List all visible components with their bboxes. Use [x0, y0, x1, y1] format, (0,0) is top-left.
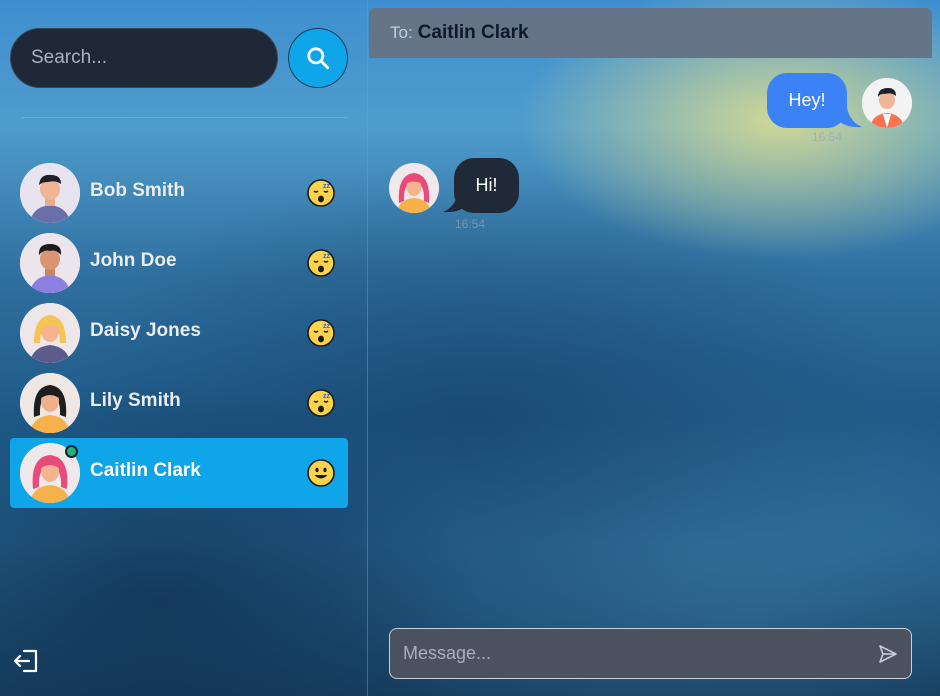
- contact-name: Daisy Jones: [90, 320, 201, 341]
- search-button[interactable]: [288, 28, 348, 88]
- contact-name: John Doe: [90, 250, 177, 271]
- svg-text:zz: zz: [323, 253, 331, 260]
- contact-item-lily-smith[interactable]: Lily Smith zz: [10, 368, 348, 438]
- sleeping-emoji-icon: zz: [307, 389, 335, 417]
- send-icon[interactable]: [878, 644, 898, 664]
- svg-text:zz: zz: [323, 393, 331, 400]
- bubble-tail: [840, 108, 862, 128]
- message-bubble-incoming: Hi!: [454, 158, 519, 213]
- message-bubble-outgoing: Hey!: [767, 73, 847, 128]
- avatar: [20, 303, 80, 363]
- message-timestamp: 16:54: [455, 217, 486, 231]
- search-field[interactable]: [10, 28, 278, 88]
- contact-name: Lily Smith: [90, 390, 181, 411]
- avatar: [20, 373, 80, 433]
- sidebar-divider: [22, 117, 348, 118]
- search-icon: [307, 47, 330, 70]
- svg-text:zz: zz: [323, 183, 331, 190]
- recipient-label: To:: [390, 23, 413, 42]
- chat-header: To: Caitlin Clark: [369, 8, 932, 58]
- sleeping-emoji-icon: zz: [307, 179, 335, 207]
- recipient-avatar: [389, 163, 439, 213]
- contact-item-caitlin-clark[interactable]: Caitlin Clark: [10, 438, 348, 508]
- message-composer[interactable]: [389, 628, 912, 679]
- sleeping-emoji-icon: zz: [307, 249, 335, 277]
- message-input[interactable]: [403, 643, 853, 664]
- message-text: Hey!: [788, 90, 826, 110]
- avatar: [20, 163, 80, 223]
- recipient-name: Caitlin Clark: [417, 22, 529, 43]
- contact-item-daisy-jones[interactable]: Daisy Jones zz: [10, 298, 348, 368]
- avatar: [20, 233, 80, 293]
- contact-name: Caitlin Clark: [90, 460, 201, 481]
- sleeping-emoji-icon: zz: [307, 319, 335, 347]
- search-input[interactable]: [31, 47, 261, 69]
- contact-item-bob-smith[interactable]: Bob Smith zz: [10, 158, 348, 228]
- online-status-dot: [65, 445, 78, 458]
- logout-icon[interactable]: [12, 648, 40, 674]
- contact-name: Bob Smith: [90, 180, 185, 201]
- message-timestamp: 16:54: [812, 130, 843, 144]
- message-text: Hi!: [475, 175, 498, 195]
- sidebar: Bob Smith zz John Doe zz: [0, 0, 368, 696]
- sender-avatar: [862, 78, 912, 128]
- smiling-emoji-icon: [307, 459, 335, 487]
- contact-item-john-doe[interactable]: John Doe zz: [10, 228, 348, 298]
- svg-text:zz: zz: [323, 323, 331, 330]
